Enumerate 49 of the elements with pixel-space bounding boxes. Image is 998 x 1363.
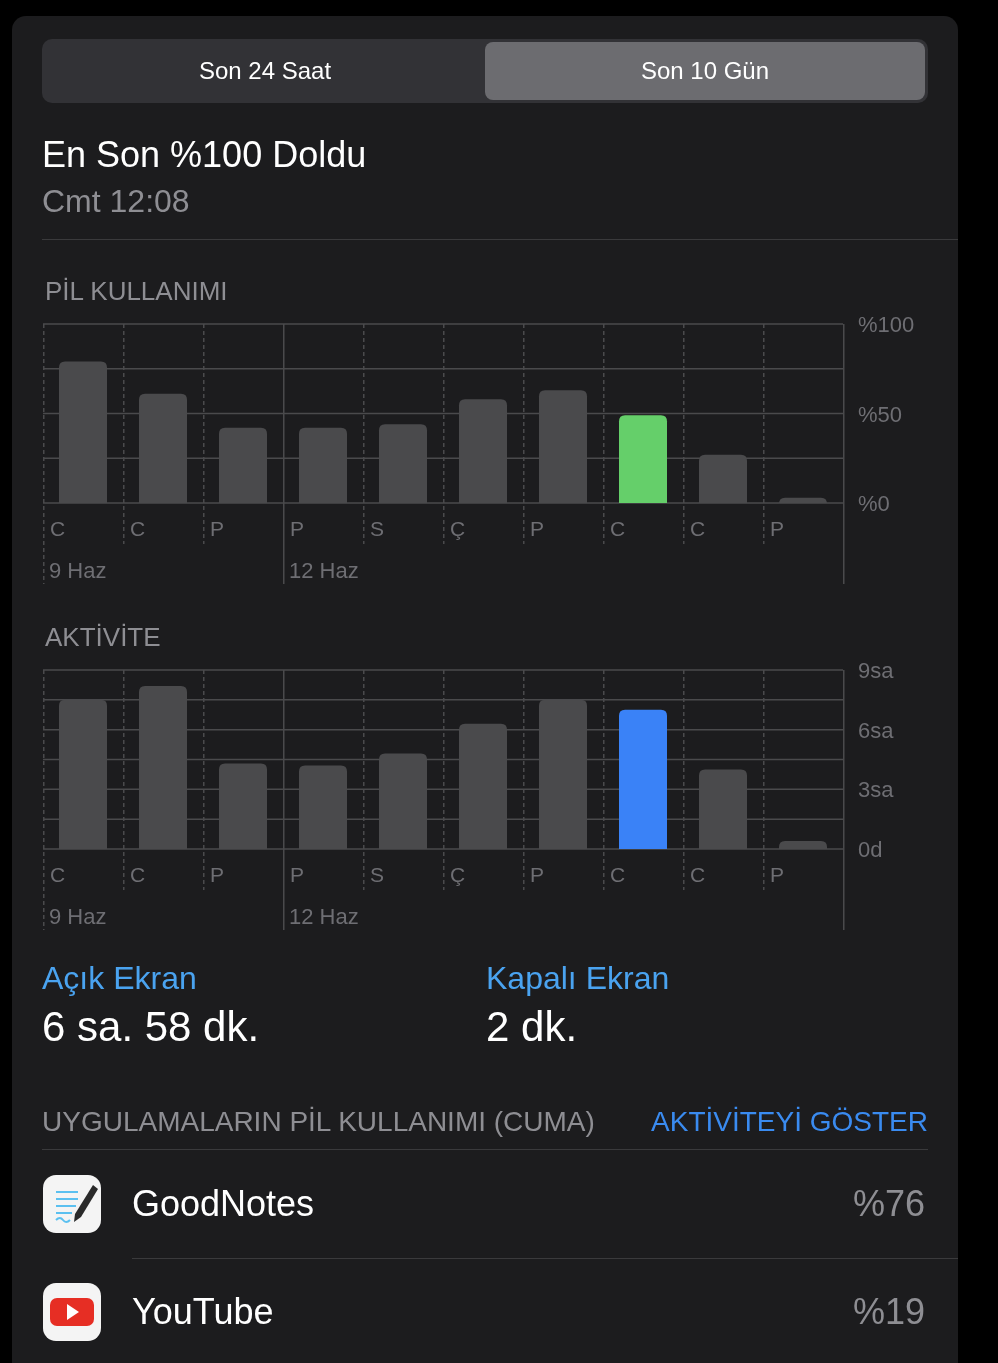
- app-percent: %76: [852, 1182, 925, 1225]
- day-label: C: [50, 517, 66, 540]
- stat-value: 2 dk.: [486, 1002, 579, 1052]
- date-label: 12 Haz: [289, 904, 359, 929]
- date-label: 12 Haz: [289, 558, 359, 583]
- show-activity-link[interactable]: AKTİVİTEYİ GÖSTER: [651, 1105, 928, 1139]
- day-label: Ç: [450, 517, 466, 540]
- day-label: S: [370, 863, 384, 886]
- day-label: P: [210, 517, 224, 540]
- axis-label: 9sa: [858, 660, 894, 683]
- notes-app-icon[interactable]: [43, 1175, 101, 1233]
- axis-label: %0: [858, 491, 890, 516]
- date-label: 9 Haz: [49, 558, 107, 583]
- axis-label: 0d: [858, 837, 883, 862]
- date-label: 9 Haz: [49, 904, 107, 929]
- app-name: GoodNotes: [132, 1182, 315, 1225]
- day-label: C: [690, 863, 706, 886]
- day-label: P: [530, 863, 544, 886]
- segment-tab[interactable]: Son 24 Saat: [45, 42, 485, 100]
- day-label: C: [610, 863, 626, 886]
- axis-label: 6sa: [858, 717, 894, 743]
- day-label: S: [370, 517, 384, 540]
- chart-title: AKTİVİTE: [45, 622, 162, 652]
- day-label: C: [130, 863, 146, 886]
- day-label: C: [690, 517, 706, 540]
- axis-label: 3sa: [858, 777, 894, 803]
- axis-label: %100: [858, 314, 915, 337]
- day-label: C: [610, 517, 626, 540]
- day-label: P: [770, 863, 784, 886]
- axis-label: %50: [858, 401, 903, 427]
- app-percent: %19: [852, 1290, 925, 1333]
- segment-tab[interactable]: Son 10 Gün: [485, 42, 925, 100]
- day-label: C: [130, 517, 146, 540]
- section-header: UYGULAMALARIN PİL KULLANIMI (CUMA): [42, 1105, 595, 1139]
- day-label: P: [530, 517, 544, 540]
- stat-label: Kapalı Ekran: [486, 959, 671, 998]
- day-label: P: [770, 517, 784, 540]
- last-charge-time: Cmt 12:08: [42, 182, 191, 221]
- chart-title: PİL KULLANIMI: [45, 276, 229, 306]
- stat-label: Açık Ekran: [42, 959, 198, 998]
- day-label: P: [290, 863, 304, 886]
- video-app-icon[interactable]: [43, 1283, 101, 1341]
- stat-value: 6 sa. 58 dk.: [42, 1002, 261, 1052]
- day-label: P: [210, 863, 224, 886]
- last-charge-title: En Son %100 Doldu: [42, 133, 368, 177]
- day-label: P: [290, 517, 304, 540]
- app-name: YouTube: [132, 1290, 274, 1333]
- day-label: C: [50, 863, 66, 886]
- day-label: Ç: [450, 863, 466, 886]
